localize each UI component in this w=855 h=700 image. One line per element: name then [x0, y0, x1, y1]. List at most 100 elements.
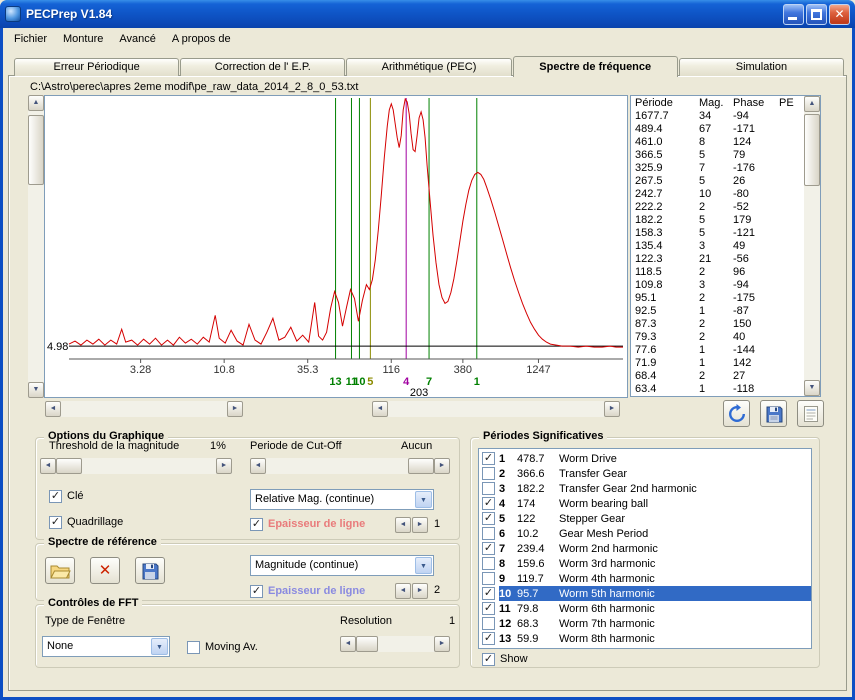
table-row[interactable]: 71.9 1 142: [631, 357, 820, 370]
table-row[interactable]: 79.3 2 40: [631, 331, 820, 344]
scroll-left-icon[interactable]: [372, 401, 388, 417]
slider-right-icon[interactable]: [434, 636, 450, 652]
table-row[interactable]: 92.5 1 -87: [631, 305, 820, 318]
period-item-2[interactable]: 2 366.6 Transfer Gear: [479, 466, 811, 481]
period-checkbox-7[interactable]: [482, 542, 495, 555]
chevron-down-icon[interactable]: [415, 491, 432, 508]
period-item-12[interactable]: 12 68.3 Worm 7th harmonic: [479, 616, 811, 631]
moving-av-checkbox[interactable]: Moving Av.: [187, 640, 258, 654]
scroll-up-icon[interactable]: [28, 95, 44, 111]
period-item-11[interactable]: 11 79.8 Worm 6th harmonic: [479, 601, 811, 616]
magnitude-mode-dropdown[interactable]: Relative Mag. (continue): [250, 489, 434, 510]
chart-area[interactable]: 13 11 10 5 4 7 1 3.28 10.8 35.3 116 380 1247 4.98 203: [44, 95, 628, 399]
slider-thumb[interactable]: [56, 458, 82, 474]
period-checkbox-4[interactable]: [482, 497, 495, 510]
period-checkbox-2[interactable]: [482, 467, 495, 480]
scroll-down-icon[interactable]: [804, 380, 820, 396]
menu-item-monture[interactable]: Monture: [55, 30, 111, 48]
table-row[interactable]: 87.3 2 150: [631, 318, 820, 331]
slider-left-icon[interactable]: [250, 458, 266, 474]
table-row[interactable]: 461.0 8 124: [631, 136, 820, 149]
period-item-6[interactable]: 6 10.2 Gear Mesh Period: [479, 526, 811, 541]
tab-simulation[interactable]: Simulation: [678, 58, 845, 76]
reference-line-width-checkbox[interactable]: Epaisseur de ligne: [250, 584, 365, 598]
slider-left-icon[interactable]: [340, 636, 356, 652]
period-item-5[interactable]: 5 122 Stepper Gear: [479, 511, 811, 526]
table-row[interactable]: 489.4 67 -171: [631, 123, 820, 136]
period-item-8[interactable]: 8 159.6 Worm 3rd harmonic: [479, 556, 811, 571]
period-checkbox-9[interactable]: [482, 572, 495, 585]
period-checkbox-3[interactable]: [482, 482, 495, 495]
cle-checkbox[interactable]: Clé: [49, 489, 84, 503]
period-item-4[interactable]: 4 174 Worm bearing ball: [479, 496, 811, 511]
tab-correction-ep[interactable]: Correction de l' E.P.: [180, 58, 346, 76]
period-item-10[interactable]: 10 95.7 Worm 5th harmonic: [479, 586, 811, 601]
period-checkbox-11[interactable]: [482, 602, 495, 615]
menu-item-avanc[interactable]: Avancé: [111, 30, 164, 48]
menu-item-fichier[interactable]: Fichier: [6, 30, 55, 48]
scroll-down-icon[interactable]: [28, 382, 44, 398]
period-checkbox-1[interactable]: [482, 452, 495, 465]
period-checkbox-8[interactable]: [482, 557, 495, 570]
scroll-right-icon[interactable]: [227, 401, 243, 417]
scroll-up-icon[interactable]: [804, 96, 820, 112]
save-data-button[interactable]: [760, 400, 787, 427]
line-width-checkbox[interactable]: Epaisseur de ligne: [250, 517, 365, 531]
table-row[interactable]: 77.6 1 -144: [631, 344, 820, 357]
chart-hscrollbar-right[interactable]: [372, 401, 620, 417]
table-row[interactable]: 68.4 2 27: [631, 370, 820, 383]
clear-reference-button[interactable]: [90, 557, 120, 584]
title-bar[interactable]: PECPrep V1.84: [0, 0, 855, 28]
reference-mode-dropdown[interactable]: Magnitude (continue): [250, 555, 434, 576]
chart-vertical-scrollbar[interactable]: [28, 95, 44, 398]
period-item-13[interactable]: 13 59.9 Worm 8th harmonic: [479, 631, 811, 646]
table-row[interactable]: 222.2 2 -52: [631, 201, 820, 214]
scroll-right-icon[interactable]: [604, 401, 620, 417]
slider-right-icon[interactable]: [216, 458, 232, 474]
show-checkbox[interactable]: Show: [482, 652, 528, 666]
table-scrollbar[interactable]: [804, 96, 820, 396]
refresh-button[interactable]: [723, 400, 750, 427]
table-scroll-thumb[interactable]: [804, 114, 820, 186]
slider-right-icon[interactable]: [434, 458, 450, 474]
table-row[interactable]: 122.3 21 -56: [631, 253, 820, 266]
chevron-down-icon[interactable]: [415, 557, 432, 574]
threshold-slider[interactable]: [40, 458, 232, 474]
tab-spectre-frequence[interactable]: Spectre de fréquence: [512, 56, 678, 77]
line-width-increase-button[interactable]: [412, 517, 428, 533]
save-reference-button[interactable]: [135, 557, 165, 584]
quadrillage-checkbox[interactable]: Quadrillage: [49, 515, 123, 529]
maximize-button[interactable]: [806, 3, 827, 25]
resolution-slider[interactable]: [340, 636, 450, 652]
report-button[interactable]: [797, 400, 824, 427]
table-row[interactable]: 158.3 5 -121: [631, 227, 820, 240]
table-row[interactable]: 325.9 7 -176: [631, 162, 820, 175]
table-row[interactable]: 366.5 5 79: [631, 149, 820, 162]
chart-hscrollbar-left[interactable]: [45, 401, 243, 417]
open-reference-button[interactable]: [45, 557, 75, 584]
line-width-decrease-button[interactable]: [395, 517, 411, 533]
period-checkbox-13[interactable]: [482, 632, 495, 645]
table-row[interactable]: 63.4 1 -118: [631, 383, 820, 396]
vertical-scroll-thumb[interactable]: [28, 115, 44, 185]
table-row[interactable]: 135.4 3 49: [631, 240, 820, 253]
cutoff-slider[interactable]: [250, 458, 450, 474]
table-row[interactable]: 182.2 5 179: [631, 214, 820, 227]
period-item-9[interactable]: 9 119.7 Worm 4th harmonic: [479, 571, 811, 586]
table-row[interactable]: 1677.7 34 -94: [631, 110, 820, 123]
period-item-1[interactable]: 1 478.7 Worm Drive: [479, 451, 811, 466]
table-row[interactable]: 95.1 2 -175: [631, 292, 820, 305]
reference-line-width-decrease-button[interactable]: [395, 583, 411, 599]
table-row[interactable]: 118.5 2 96: [631, 266, 820, 279]
table-row[interactable]: 109.8 3 -94: [631, 279, 820, 292]
minimize-button[interactable]: [783, 3, 804, 25]
chevron-down-icon[interactable]: [151, 638, 168, 655]
scroll-left-icon[interactable]: [45, 401, 61, 417]
period-checkbox-12[interactable]: [482, 617, 495, 630]
window-type-dropdown[interactable]: None: [42, 636, 170, 657]
period-item-3[interactable]: 3 182.2 Transfer Gear 2nd harmonic: [479, 481, 811, 496]
tab-arithmetique-pec[interactable]: Arithmétique (PEC): [346, 58, 512, 76]
periods-list[interactable]: 1 478.7 Worm Drive 2 366.6 Transfer Gear 3 182.…: [478, 448, 812, 649]
tab-erreur-periodique[interactable]: Erreur Périodique: [14, 58, 180, 76]
period-item-7[interactable]: 7 239.4 Worm 2nd harmonic: [479, 541, 811, 556]
